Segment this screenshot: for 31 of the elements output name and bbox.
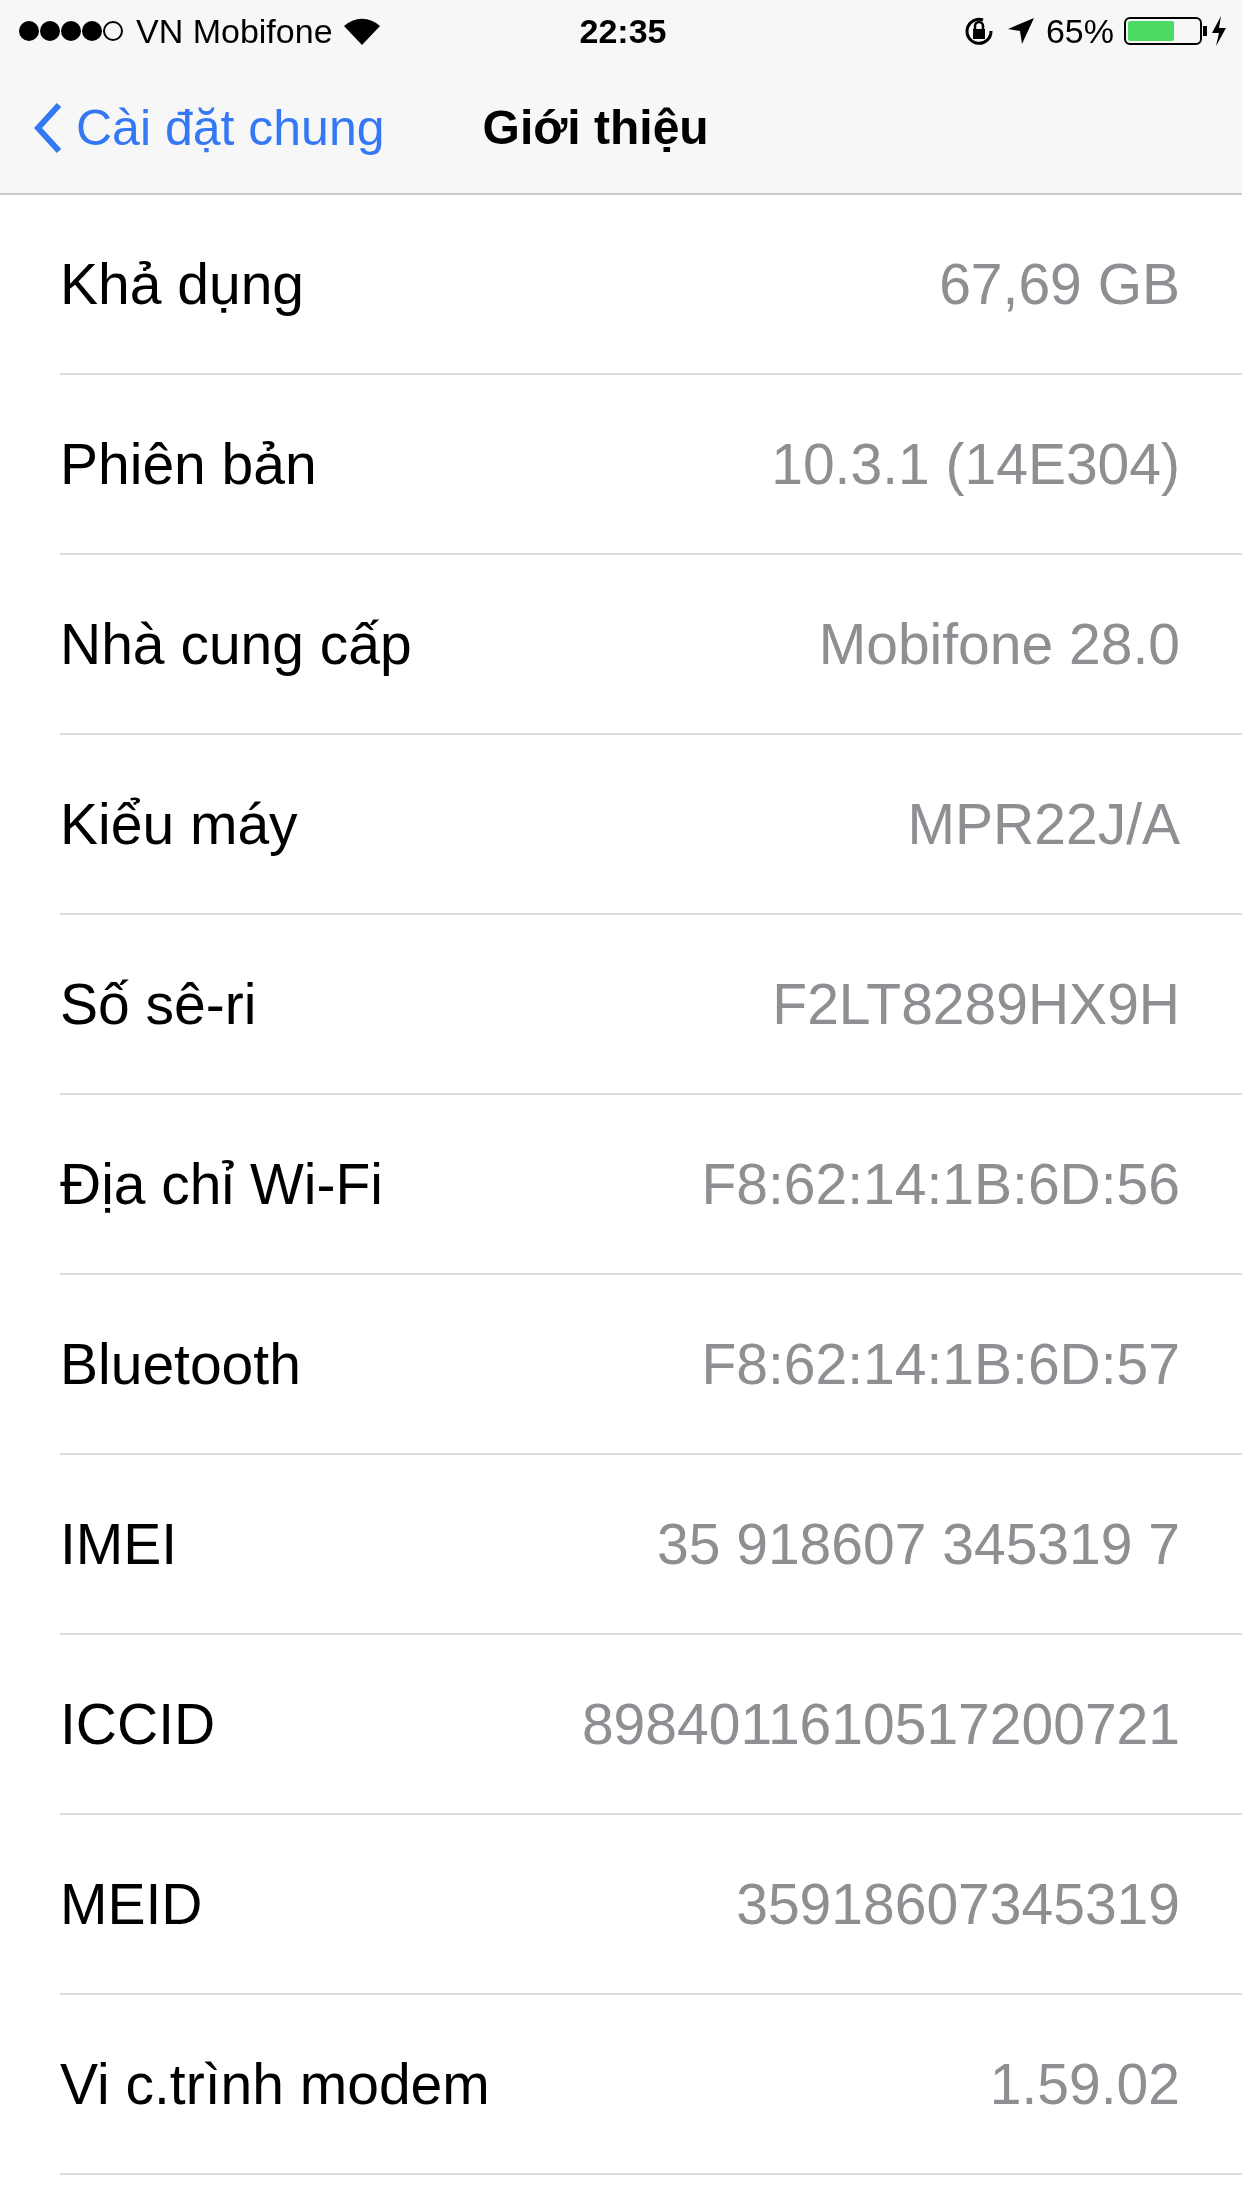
row-label: Bluetooth xyxy=(60,1331,301,1397)
row-value: F8:62:14:1B:6D:56 xyxy=(701,1151,1180,1217)
signal-icon xyxy=(18,20,126,42)
row-label: Kiểu máy xyxy=(60,791,298,857)
row-value: MPR22J/A xyxy=(907,791,1180,857)
row-value: Mobifone 28.0 xyxy=(818,611,1180,677)
row-value: 67,69 GB xyxy=(939,251,1180,317)
row-label: ICCID xyxy=(60,1691,216,1757)
chevron-left-icon xyxy=(34,101,62,154)
status-time: 22:35 xyxy=(579,11,667,51)
page-title: Giới thiệu xyxy=(482,100,709,155)
row-label: IMEI xyxy=(60,1511,178,1577)
row-label: Khả dụng xyxy=(60,251,305,317)
row-label: Phiên bản xyxy=(60,431,317,497)
battery-percent: 65% xyxy=(1045,11,1114,51)
row-value: 35 918607 345319 7 xyxy=(656,1511,1180,1577)
row-value: F2LT8289HX9H xyxy=(772,971,1180,1037)
row-value: 1.59.02 xyxy=(989,2051,1180,2117)
row-value: F8:62:14:1B:6D:57 xyxy=(701,1331,1180,1397)
battery-charging-icon xyxy=(1124,14,1228,48)
row-value: 35918607345319 xyxy=(736,1871,1180,1937)
row-value: 10.3.1 (14E304) xyxy=(771,431,1180,497)
row-label: Địa chỉ Wi-Fi xyxy=(60,1151,383,1217)
row-label: Nhà cung cấp xyxy=(60,611,412,677)
back-button[interactable]: Cài đặt chung xyxy=(0,98,385,157)
wifi-icon xyxy=(342,16,381,46)
row-label: Vi c.trình modem xyxy=(60,2051,490,2117)
row-value: 8984011610517200721 xyxy=(581,1691,1180,1757)
row-label: MEID xyxy=(60,1871,203,1937)
carrier-name: VN Mobifone xyxy=(136,11,333,51)
row-label: Số sê-ri xyxy=(60,971,257,1037)
